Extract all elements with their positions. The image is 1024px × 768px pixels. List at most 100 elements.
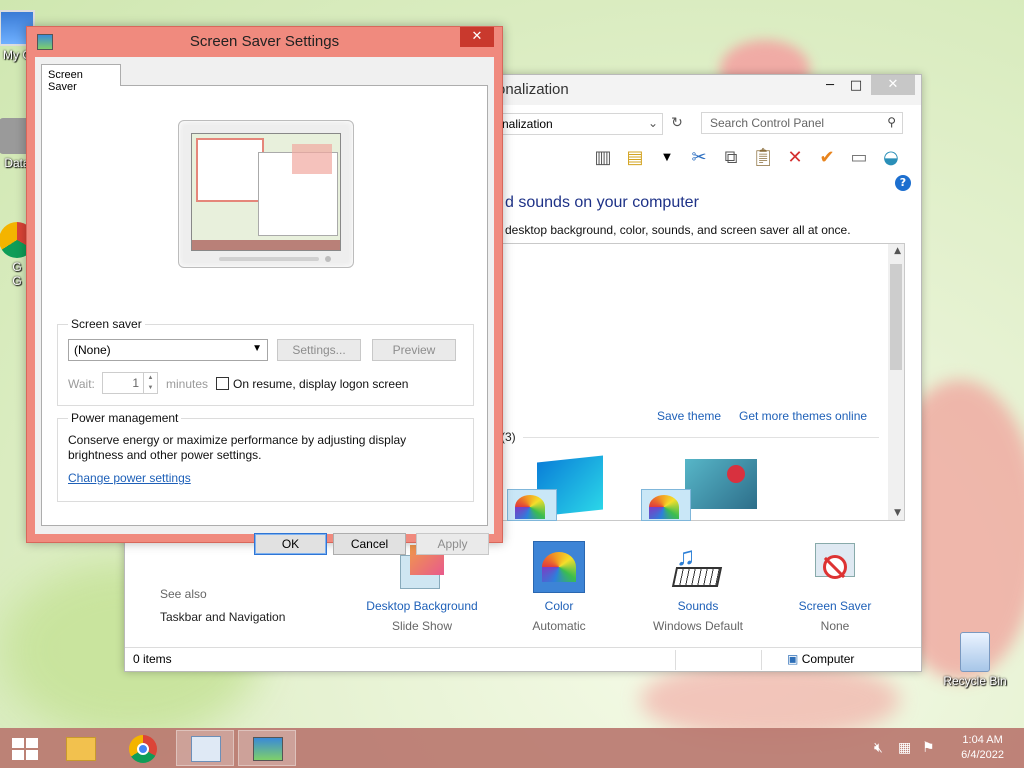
control-panel-taskbar-button[interactable] [176,730,234,766]
ok-button[interactable]: OK [254,533,327,555]
rename-icon[interactable]: ▭ [847,146,871,170]
search-placeholder: Search Control Panel [710,116,825,130]
check-icon[interactable]: ✔ [815,146,839,170]
recycle-bin-label: Recycle Bin [943,674,1007,688]
save-theme-link[interactable]: Save theme [657,409,721,423]
chevron-down-icon[interactable]: ▼ [655,146,679,170]
copy-icon[interactable]: ⧉ [719,146,743,170]
refresh-icon[interactable]: ↻ [667,115,687,135]
color-item[interactable]: Color Automatic [521,541,597,633]
chevron-down-icon[interactable]: ⌄ [648,116,658,130]
wait-minutes-input[interactable]: 1 ▲ ▼ [102,372,158,394]
theme-thumbnail[interactable] [641,459,761,521]
maximize-button[interactable]: □ [843,75,869,97]
scroll-up-icon[interactable]: ▲ [894,246,901,256]
color-label[interactable]: Color [521,599,597,613]
chrome-icon [129,735,157,763]
power-group-label: Power management [68,411,182,425]
taskbar-navigation-link[interactable]: Taskbar and Navigation [160,610,285,624]
power-description: Conserve energy or maximize performance … [68,433,407,462]
scroll-down-icon[interactable]: ▼ [894,508,901,518]
sounds-label[interactable]: Sounds [643,599,753,613]
sounds-icon: ♫ [671,541,724,593]
screen-saver-item[interactable]: Screen Saver None [793,541,877,633]
screen-saver-group-label: Screen saver [68,317,145,331]
theme-group-count: (3) [501,430,516,444]
sounds-item[interactable]: ♫ Sounds Windows Default [643,541,753,633]
desktop-background-value: Slide Show [391,619,453,633]
minutes-label: minutes [166,377,209,391]
on-resume-checkbox[interactable] [216,377,229,390]
settings-button[interactable]: Settings... [277,339,361,361]
screen-saver-select[interactable]: (None) ▼ [68,339,268,361]
chevron-down-icon[interactable]: ▼ [252,343,262,354]
power-management-group: Power management Conserve energy or maxi… [57,411,474,502]
page-subtitle: desktop background, color, sounds, and s… [505,223,851,237]
color-value: Automatic [532,619,586,633]
page-heading: d sounds on your computer [505,194,699,211]
action-center-icon[interactable]: ⚑ [922,728,935,768]
chrome-taskbar-button[interactable] [114,730,172,766]
control-panel-icon [191,736,221,762]
themes-scrollbar[interactable]: ▲ ▼ [888,244,904,520]
status-computer: ▣ Computer [787,652,854,666]
screen-saver-tab-panel: Screen saver (None) ▼ Settings... Previe… [41,85,488,526]
start-button[interactable] [0,730,48,766]
dialog-titlebar[interactable]: Screen Saver Settings ✕ [27,27,502,57]
preview-screen [191,133,341,251]
cut-icon[interactable]: ✂ [687,146,711,170]
change-power-settings-link[interactable]: Change power settings [68,471,191,485]
screen-saver-taskbar-button[interactable] [238,730,296,766]
search-input[interactable]: Search Control Panel ⚲ [701,112,903,134]
monitor-preview [178,120,354,268]
personalization-title: onalization [497,81,569,98]
tab-screen-saver[interactable]: Screen Saver [41,64,121,93]
wait-value: 1 [132,376,139,390]
on-resume-label[interactable]: On resume, display logon screen [233,377,408,391]
preview-button[interactable]: Preview [372,339,456,361]
sounds-value: Windows Default [652,619,744,633]
close-button[interactable]: ✕ [871,75,915,95]
search-icon[interactable]: ⚲ [887,115,896,129]
apply-button[interactable]: Apply [416,533,489,555]
screen-saver-value: None [820,619,850,633]
taskbar: 🔇︎ ▦ ⚑ 1:04 AM 6/4/2022 [0,728,1024,768]
desktop-background-label[interactable]: Desktop Background [363,599,481,613]
theme-thumbnail[interactable] [507,455,615,521]
delete-icon[interactable]: ✕ [783,146,807,170]
properties-icon[interactable]: ▤ [623,146,647,170]
address-bar[interactable]: nalization ⌄ [497,113,663,135]
minimize-button[interactable]: ─ [817,75,843,97]
screen-saver-label[interactable]: Screen Saver [793,599,877,613]
screen-saver-dialog: Screen Saver Settings ✕ Screen Saver Scr… [26,26,503,555]
status-items-count: 0 items [133,652,172,666]
color-icon [533,541,585,593]
screen-saver-taskbar-icon [253,737,283,761]
shell-icon[interactable]: ◒ [879,146,903,170]
toolbar: ▥ ▤ ▼ ✂ ⧉ 📋︎ ✕ ✔ ▭ ◒ [591,145,903,171]
dialog-close-button[interactable]: ✕ [460,27,494,47]
paste-icon[interactable]: 📋︎ [751,146,775,170]
help-icon[interactable]: ? [895,175,911,191]
file-explorer-taskbar-button[interactable] [52,730,110,766]
see-also-heading: See also [160,587,207,601]
divider [523,437,879,438]
volume-muted-icon[interactable]: 🔇︎ [874,728,883,768]
get-more-themes-link[interactable]: Get more themes online [739,409,867,423]
network-icon[interactable]: ▦ [898,728,911,768]
wait-label: Wait: [68,377,95,391]
screen-saver-group: Screen saver (None) ▼ Settings... Previe… [57,317,474,406]
computer-icon: ▣ [787,652,799,666]
clock-date: 6/4/2022 [961,749,1004,761]
selected-saver: (None) [74,343,111,357]
cancel-button[interactable]: Cancel [333,533,406,555]
g-shortcut-label: GG [12,260,22,288]
windows-logo-icon [12,738,38,760]
dialog-body: Screen Saver Screen saver (None) ▼ Setti… [35,57,494,555]
clock[interactable]: 1:04 AM 6/4/2022 [961,733,1004,763]
layout-icon[interactable]: ▥ [591,146,615,170]
clock-time: 1:04 AM [962,734,1003,746]
spinner-arrows[interactable]: ▲ ▼ [143,373,157,393]
recycle-bin-icon[interactable]: Recycle Bin [940,632,1010,688]
scroll-thumb[interactable] [890,264,902,370]
